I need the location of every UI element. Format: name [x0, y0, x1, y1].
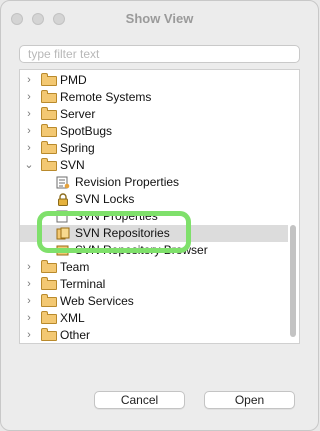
chevron-down-icon[interactable]: ⌄	[24, 157, 34, 174]
chevron-right-icon[interactable]: ›	[24, 276, 34, 293]
show-view-dialog: Show View › PMD › Remote Systems › Serve…	[0, 0, 319, 431]
folder-icon	[41, 328, 57, 341]
cancel-button[interactable]: Cancel	[94, 391, 185, 409]
tree-item-label: PMD	[60, 73, 87, 87]
tree-item-label: SVN Properties	[75, 209, 158, 223]
chevron-right-icon[interactable]: ›	[24, 140, 34, 157]
chevron-right-icon[interactable]: ›	[24, 72, 34, 89]
tree-item-svn-properties[interactable]: SVN Properties	[20, 208, 288, 225]
vertical-scrollbar[interactable]	[290, 225, 296, 337]
window-title: Show View	[125, 11, 194, 26]
lock-icon	[58, 193, 68, 206]
folder-open-icon	[41, 158, 57, 171]
folder-icon	[41, 107, 57, 120]
folder-icon	[41, 124, 57, 137]
tree-item-svn-repository-browser[interactable]: SVN Repository Browser	[20, 242, 288, 259]
folder-icon	[41, 260, 57, 273]
chevron-right-icon[interactable]: ›	[24, 310, 34, 327]
tree-item-label: SVN Repositories	[75, 226, 170, 240]
repository-icon	[56, 227, 70, 240]
tree-item-web-services[interactable]: › Web Services	[20, 293, 288, 310]
folder-icon	[41, 90, 57, 103]
properties-sheet-icon	[56, 176, 70, 189]
tree-item-label: Terminal	[60, 277, 106, 291]
chevron-right-icon[interactable]: ›	[24, 293, 34, 310]
folder-icon	[41, 277, 57, 290]
title-bar: Show View	[1, 1, 318, 37]
tree-item-server[interactable]: › Server	[20, 106, 288, 123]
tree-item-team[interactable]: › Team	[20, 259, 288, 276]
view-tree[interactable]: › PMD › Remote Systems › Server › SpotBu…	[19, 69, 300, 344]
tree-item-svn-locks[interactable]: SVN Locks	[20, 191, 288, 208]
tree-item-label: Server	[60, 107, 96, 121]
chevron-right-icon[interactable]: ›	[24, 123, 34, 140]
chevron-right-icon[interactable]: ›	[24, 89, 34, 106]
chevron-right-icon[interactable]: ›	[24, 259, 34, 276]
tree-item-label: Remote Systems	[60, 90, 152, 104]
folder-icon	[41, 141, 57, 154]
folder-icon	[41, 311, 57, 324]
tree-item-label: Spring	[60, 141, 95, 155]
tree-item-label: SVN Locks	[75, 192, 135, 206]
folder-icon	[41, 73, 57, 86]
tree-item-svn[interactable]: ⌄ SVN	[20, 157, 288, 174]
tree-item-label: XML	[60, 311, 85, 325]
tree-item-other[interactable]: › Other	[20, 327, 288, 343]
tree-item-spring[interactable]: › Spring	[20, 140, 288, 157]
tree-item-spotbugs[interactable]: › SpotBugs	[20, 123, 288, 140]
tree-item-svn-repositories[interactable]: SVN Repositories	[20, 225, 288, 242]
repository-browser-icon	[56, 245, 69, 256]
chevron-right-icon[interactable]: ›	[24, 106, 34, 123]
tree-item-remote-systems[interactable]: › Remote Systems	[20, 89, 288, 106]
tree-item-label: SVN Repository Browser	[75, 243, 208, 257]
tree-item-label: Team	[60, 260, 90, 274]
tree-item-label: SpotBugs	[60, 124, 113, 138]
chevron-right-icon[interactable]: ›	[24, 327, 34, 343]
tree-item-terminal[interactable]: › Terminal	[20, 276, 288, 293]
folder-icon	[41, 294, 57, 307]
tree-item-label: Web Services	[60, 294, 134, 308]
filter-input[interactable]	[19, 45, 300, 63]
tree-item-label: SVN	[60, 158, 85, 172]
tree-item-label: Revision Properties	[75, 175, 180, 189]
properties-icon	[56, 210, 68, 223]
tree-item-revision-properties[interactable]: Revision Properties	[20, 174, 288, 191]
tree-item-xml[interactable]: › XML	[20, 310, 288, 327]
open-button[interactable]: Open	[204, 391, 295, 409]
tree-item-pmd[interactable]: › PMD	[20, 72, 288, 89]
tree-item-label: Other	[60, 328, 91, 342]
